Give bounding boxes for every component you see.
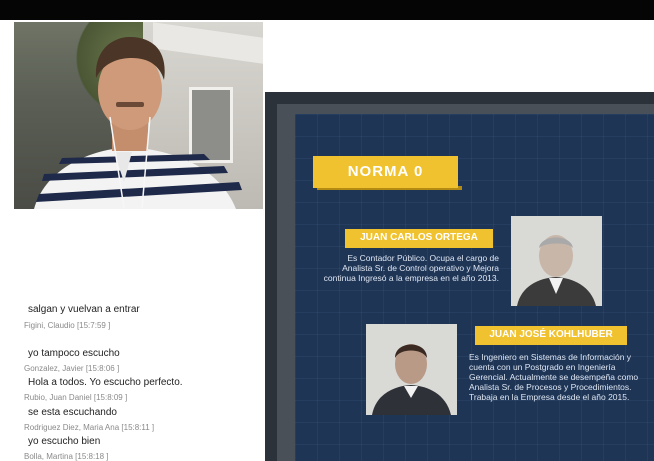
chat-message-meta: Rodriguez Diez, Maria Ana [15:8:11 ] — [24, 423, 154, 432]
speaker1-description: Es Contador Público. Ocupa el cargo de A… — [323, 253, 499, 283]
chat-message-text: se esta escuchando — [28, 407, 117, 418]
webcam-video[interactable] — [14, 22, 263, 209]
chat-message-time: [15:8:11 ] — [121, 423, 155, 432]
chat-message-meta: Bolla, Martina [15:8:18 ] — [24, 452, 109, 461]
chat-message-text: yo escucho bien — [28, 436, 101, 447]
chat-message-author: Figini, Claudio — [24, 321, 75, 330]
chat-message-author: Rodriguez Diez, Maria Ana — [24, 423, 120, 432]
speaker1-name: JUAN CARLOS ORTEGA — [360, 232, 478, 243]
chat-message-time: [15:8:18 ] — [75, 452, 109, 461]
chat-message-author: Bolla, Martina — [24, 452, 73, 461]
chat-message-meta: Rubio, Juan Daniel [15:8:09 ] — [24, 393, 127, 402]
chat-message-author: Rubio, Juan Daniel — [24, 393, 92, 402]
speaker1-photo — [511, 216, 602, 306]
slide-title: NORMA 0 — [347, 163, 424, 180]
chat-message-meta: Gonzalez, Javier [15:8:06 ] — [24, 364, 119, 373]
presenter-figure — [34, 36, 242, 209]
speaker1-portrait — [511, 216, 602, 306]
presentation-slide[interactable]: NORMA 0 JUAN CARLOS ORTEGA Es Contador P… — [265, 92, 654, 461]
top-bar — [0, 0, 654, 20]
chat-message-time: [15:8:06 ] — [85, 364, 120, 373]
chat-message-author: Gonzalez, Javier — [24, 364, 84, 373]
chat-message-text: salgan y vuelvan a entrar — [28, 304, 140, 315]
slide-title-banner: NORMA 0 — [313, 156, 458, 188]
chat-message-meta: Figini, Claudio [15:7:59 ] — [24, 321, 110, 330]
speaker2-portrait — [366, 324, 457, 415]
chat-message-text: yo tampoco escucho — [28, 348, 120, 359]
speaker2-name: JUAN JOSÉ KOHLHUBER — [489, 329, 613, 340]
speaker2-name-banner: JUAN JOSÉ KOHLHUBER — [475, 326, 627, 345]
chat-message-time: [15:8:09 ] — [93, 393, 128, 402]
speaker2-description: Es Ingeniero en Sistemas de Información … — [469, 352, 639, 402]
speaker2-photo — [366, 324, 457, 415]
chat-message-text: Hola a todos. Yo escucho perfecto. — [28, 377, 183, 388]
speaker1-name-banner: JUAN CARLOS ORTEGA — [345, 229, 493, 248]
chat-message-time: [15:7:59 ] — [76, 321, 111, 330]
chat-panel[interactable]: salgan y vuelvan a entrar Figini, Claudi… — [14, 295, 263, 461]
